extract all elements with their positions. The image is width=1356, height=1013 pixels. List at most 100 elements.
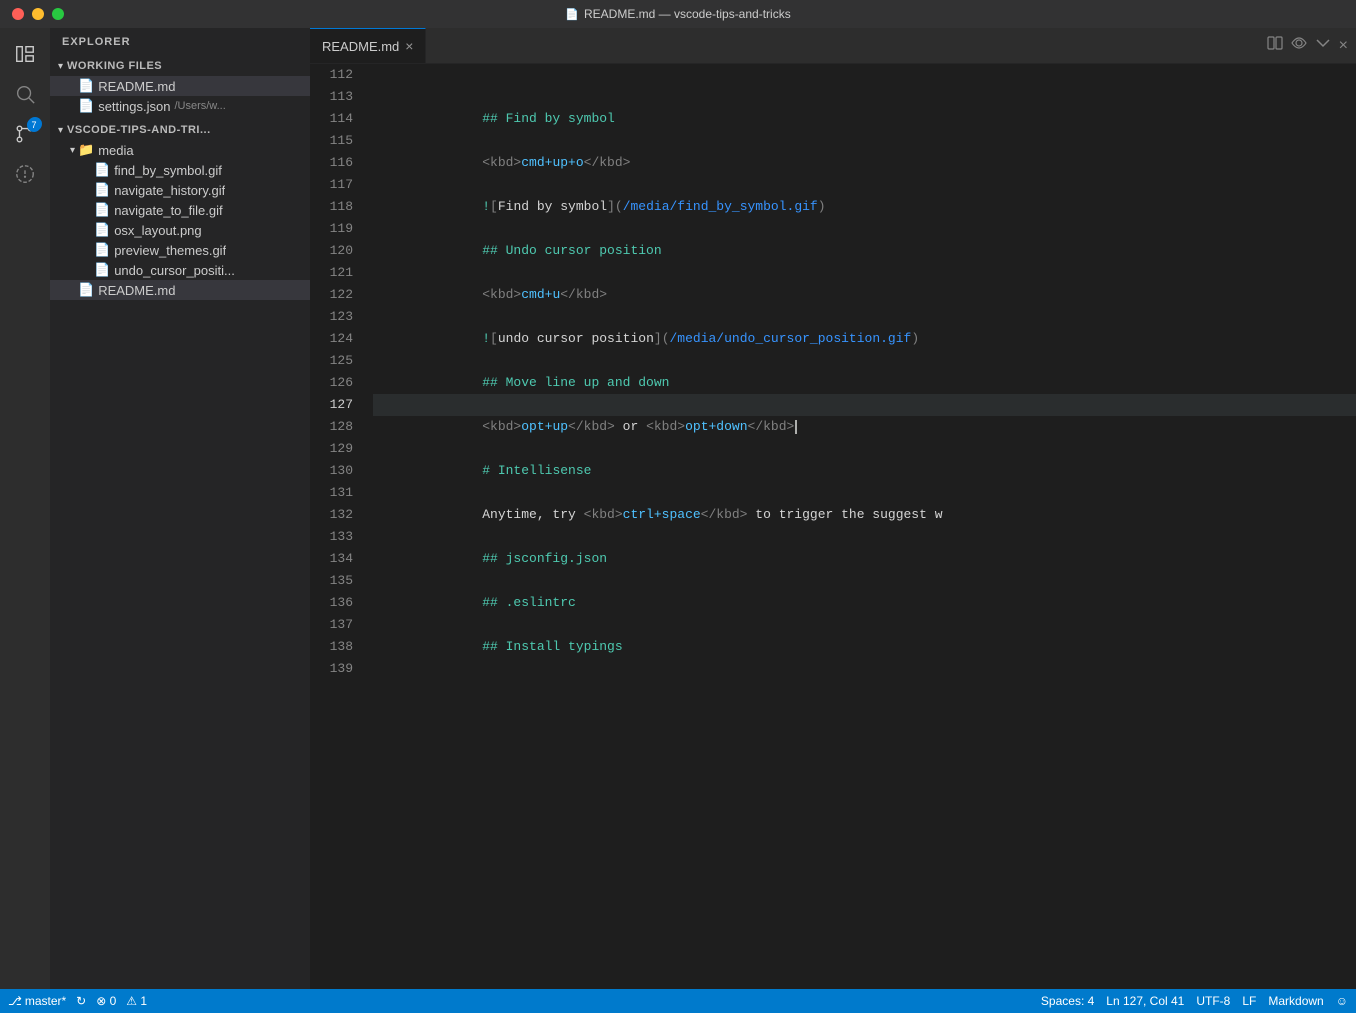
folder-media[interactable]: ▾ 📁 media	[50, 140, 310, 160]
heading-text-129: Intellisense	[490, 463, 591, 478]
tag-127-open1: <kbd>	[482, 419, 521, 434]
bracket-123b: ]	[654, 331, 662, 346]
code-line-121: <kbd>cmd+u</kbd>	[373, 262, 1356, 284]
sync-status[interactable]: ↻	[76, 994, 86, 1008]
code-line-113: ## Find by symbol	[373, 86, 1356, 108]
editor-scroll[interactable]: 112 113 114 115 116 117 118 119 120 121 …	[310, 64, 1356, 989]
ln-123: 123	[310, 306, 365, 328]
file-osx-layout-name: osx_layout.png	[114, 223, 201, 238]
line-ending-status[interactable]: LF	[1242, 994, 1256, 1008]
working-file-settings[interactable]: 📄 settings.json /Users/w...	[50, 96, 310, 116]
file-navigate-file[interactable]: 📄 navigate_to_file.gif	[50, 200, 310, 220]
encoding-label: UTF-8	[1196, 994, 1230, 1008]
file-readme-project[interactable]: 📄 README.md	[50, 280, 310, 300]
paren-117a: (	[615, 199, 623, 214]
ln-120: 120	[310, 240, 365, 262]
file-osx-layout[interactable]: 📄 osx_layout.png	[50, 220, 310, 240]
paren-123a: (	[662, 331, 670, 346]
project-label: VSCODE-TIPS-AND-TRI...	[67, 124, 211, 136]
tag-127-close2: </kbd>	[748, 419, 795, 434]
code-line-115: <kbd>cmd+up+o</kbd>	[373, 130, 1356, 152]
title-text: 📄 README.md — vscode-tips-and-tricks	[565, 7, 790, 21]
working-file-readme[interactable]: 📄 README.md	[50, 76, 310, 96]
close-button[interactable]	[12, 8, 24, 20]
bracket-117a: [	[490, 199, 498, 214]
cursor	[795, 420, 797, 434]
bang-117: !	[482, 199, 490, 214]
branch-status[interactable]: ⎇ master*	[8, 994, 66, 1008]
warnings-status[interactable]: ⚠ 1	[126, 994, 147, 1008]
file-preview-themes-name: preview_themes.gif	[114, 243, 226, 258]
ln-133: 133	[310, 526, 365, 548]
split-editor-icon[interactable]	[1267, 35, 1283, 56]
folder-media-name: media	[98, 143, 133, 158]
file-find-symbol[interactable]: 📄 find_by_symbol.gif	[50, 160, 310, 180]
heading-hash-135: ##	[482, 595, 498, 610]
explorer-activity-icon[interactable]	[7, 36, 43, 72]
working-file-settings-path: /Users/w...	[174, 100, 225, 112]
kbd-127-opt-up: opt+up	[521, 419, 568, 434]
tag-131-open: <kbd>	[584, 507, 623, 522]
ln-125: 125	[310, 350, 365, 372]
tag-131-close: </kbd>	[701, 507, 748, 522]
code-line-135: ## .eslintrc	[373, 570, 1356, 592]
main-layout: 7 EXPLORER ▾ WORKING FILES 📄 README.md 📄…	[0, 28, 1356, 989]
tab-readme[interactable]: README.md ×	[310, 28, 426, 63]
maximize-button[interactable]	[52, 8, 64, 20]
tab-close-icon[interactable]: ×	[405, 39, 413, 53]
file-preview-themes[interactable]: 📄 preview_themes.gif	[50, 240, 310, 260]
file-icon: 📄	[78, 282, 94, 298]
ln-117: 117	[310, 174, 365, 196]
project-header[interactable]: ▾ VSCODE-TIPS-AND-TRI...	[50, 120, 310, 140]
title-bar: 📄 README.md — vscode-tips-and-tricks	[0, 0, 1356, 28]
bang-123: !	[482, 331, 490, 346]
status-bar-right: Spaces: 4 Ln 127, Col 41 UTF-8 LF Markdo…	[1041, 994, 1348, 1008]
file-navigate-file-name: navigate_to_file.gif	[114, 203, 222, 218]
git-activity-icon[interactable]: 7	[7, 116, 43, 152]
heading-text-133: jsconfig.json	[498, 551, 607, 566]
minimize-button[interactable]	[32, 8, 44, 20]
ln-116: 116	[310, 152, 365, 174]
code-area[interactable]: ## Find by symbol <kbd>cmd+up+o</kbd> ![	[365, 64, 1356, 680]
ln-118: 118	[310, 196, 365, 218]
ln-115: 115	[310, 130, 365, 152]
encoding-status[interactable]: UTF-8	[1196, 994, 1230, 1008]
ln-130: 130	[310, 460, 365, 482]
language-status[interactable]: Markdown	[1268, 994, 1323, 1008]
heading-text-137: Install typings	[498, 639, 623, 654]
code-line-117: ![Find by symbol](/media/find_by_symbol.…	[373, 174, 1356, 196]
tab-bar: README.md ×	[310, 28, 1356, 64]
ln-128: 128	[310, 416, 365, 438]
close-editor-icon[interactable]: ×	[1339, 37, 1348, 55]
debug-activity-icon[interactable]	[7, 156, 43, 192]
heading-text-135: .eslintrc	[498, 595, 576, 610]
spaces-status[interactable]: Spaces: 4	[1041, 994, 1094, 1008]
file-undo-cursor[interactable]: 📄 undo_cursor_positi...	[50, 260, 310, 280]
working-files-arrow: ▾	[58, 61, 63, 72]
working-file-readme-name: README.md	[98, 79, 175, 94]
file-icon: 📄	[94, 262, 110, 278]
sidebar: EXPLORER ▾ WORKING FILES 📄 README.md 📄 s…	[50, 28, 310, 989]
code-line-127[interactable]: <kbd>opt+up</kbd> or <kbd>opt+down</kbd>	[373, 394, 1356, 416]
cursor-position-status[interactable]: Ln 127, Col 41	[1106, 994, 1184, 1008]
window-controls	[12, 8, 64, 20]
bracket-117b: ]	[607, 199, 615, 214]
folder-icon: 📁	[78, 142, 94, 158]
cursor-position: Ln 127, Col 41	[1106, 994, 1184, 1008]
status-bar: ⎇ master* ↻ ⊗ 0 ⚠ 1 Spaces: 4 Ln 127, Co…	[0, 989, 1356, 1013]
file-navigate-history[interactable]: 📄 navigate_history.gif	[50, 180, 310, 200]
text-127-or: or	[615, 419, 646, 434]
search-activity-icon[interactable]	[7, 76, 43, 112]
ln-113: 113	[310, 86, 365, 108]
errors-status[interactable]: ⊗ 0	[96, 994, 116, 1008]
open-preview-icon[interactable]	[1291, 35, 1307, 56]
ln-136: 136	[310, 592, 365, 614]
kbd-115-content: cmd+up+o	[521, 155, 583, 170]
file-icon: 📄	[94, 202, 110, 218]
kbd-131-content: ctrl+space	[623, 507, 701, 522]
working-files-header[interactable]: ▾ WORKING FILES	[50, 56, 310, 76]
ln-126: 126	[310, 372, 365, 394]
more-actions-icon[interactable]	[1315, 35, 1331, 56]
feedback-status[interactable]: ☺	[1336, 994, 1348, 1008]
ln-135: 135	[310, 570, 365, 592]
